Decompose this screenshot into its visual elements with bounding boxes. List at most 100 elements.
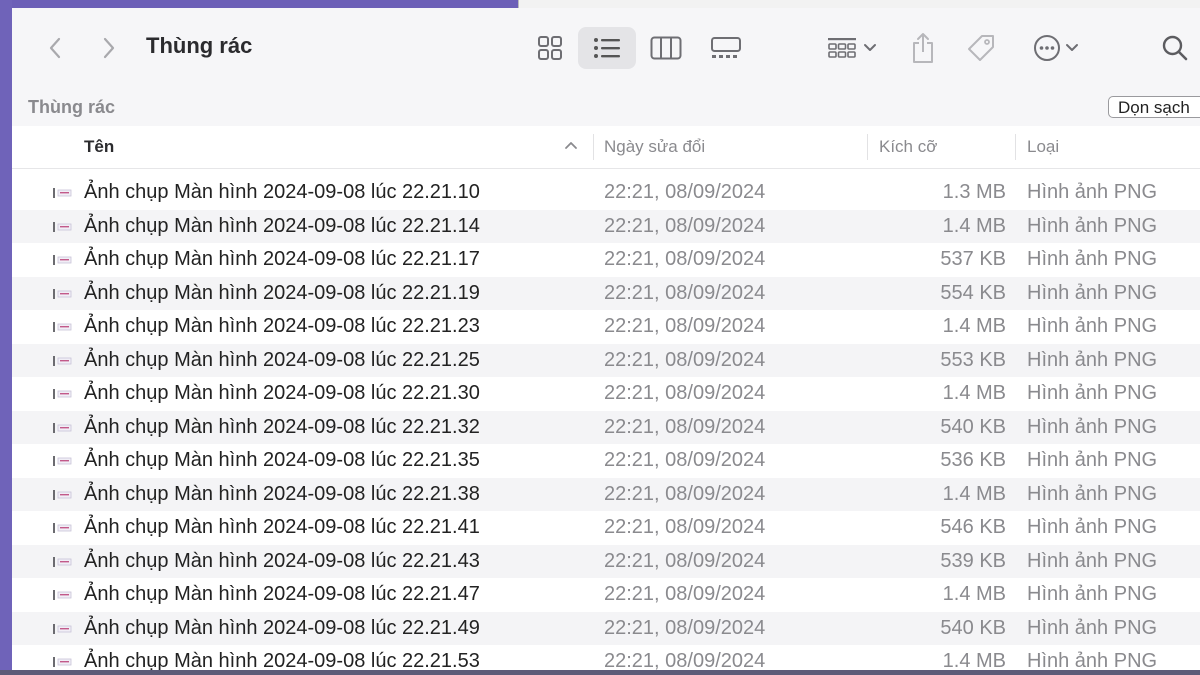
file-kind: Hình ảnh PNG — [1027, 616, 1158, 639]
sort-ascending-icon — [565, 142, 577, 149]
file-size: 539 KB — [940, 549, 1006, 572]
file-size: 553 KB — [940, 348, 1006, 371]
file-date: 22:21, 08/09/2024 — [604, 449, 766, 471]
list-view-button[interactable] — [578, 27, 636, 69]
file-name: Ảnh chụp Màn hình 2024-09-08 lúc 22.21.5… — [84, 650, 480, 670]
file-date: 22:21, 08/09/2024 — [604, 616, 766, 639]
forward-button[interactable] — [94, 30, 124, 66]
file-size: 1.4 MB — [942, 583, 1006, 605]
file-row[interactable]: Ảnh chụp Màn hình 2024-09-08 lúc 22.21.3… — [12, 477, 1200, 511]
column-separator[interactable] — [1015, 134, 1016, 160]
file-kind: Hình ảnh PNG — [1027, 583, 1158, 605]
column-view-button[interactable] — [648, 30, 684, 66]
path-bar: Thùng rác Dọn sạch — [12, 88, 1200, 127]
file-row[interactable]: Ảnh chụp Màn hình 2024-09-08 lúc 22.21.1… — [12, 276, 1200, 310]
chevron-down-icon — [864, 44, 876, 51]
column-header-name[interactable]: Tên — [84, 137, 114, 157]
column-header-size[interactable]: Kích cỡ — [879, 137, 937, 157]
file-size: 1.3 MB — [942, 181, 1006, 203]
file-size: 1.4 MB — [942, 650, 1006, 670]
file-name: Ảnh chụp Màn hình 2024-09-08 lúc 22.21.4… — [84, 516, 480, 538]
file-name: Ảnh chụp Màn hình 2024-09-08 lúc 22.21.1… — [84, 281, 480, 304]
png-file-icon — [53, 288, 72, 299]
file-row[interactable]: Ảnh chụp Màn hình 2024-09-08 lúc 22.21.1… — [12, 243, 1200, 277]
png-file-icon — [53, 556, 72, 567]
column-separator[interactable] — [867, 134, 868, 160]
file-row[interactable]: Ảnh chụp Màn hình 2024-09-08 lúc 22.21.4… — [12, 544, 1200, 578]
file-row[interactable]: Ảnh chụp Màn hình 2024-09-08 lúc 22.21.3… — [12, 410, 1200, 444]
file-row[interactable]: Ảnh chụp Màn hình 2024-09-08 lúc 22.21.1… — [12, 209, 1200, 243]
file-row[interactable]: Ảnh chụp Màn hình 2024-09-08 lúc 22.21.4… — [12, 611, 1200, 645]
png-file-icon — [53, 389, 72, 399]
group-by-icon — [828, 38, 856, 58]
file-size: 540 KB — [940, 616, 1006, 639]
file-row[interactable]: Ảnh chụp Màn hình 2024-09-08 lúc 22.21.4… — [12, 511, 1200, 545]
tag-button[interactable] — [962, 30, 1000, 66]
file-kind: Hình ảnh PNG — [1027, 415, 1158, 438]
window-title: Thùng rác — [146, 33, 253, 58]
file-row[interactable]: Ảnh chụp Màn hình 2024-09-08 lúc 22.21.4… — [12, 578, 1200, 612]
file-size: 540 KB — [940, 415, 1006, 438]
png-file-icon — [53, 590, 72, 600]
desktop-background-bottom — [0, 670, 1200, 675]
file-kind: Hình ảnh PNG — [1027, 382, 1158, 404]
file-kind: Hình ảnh PNG — [1027, 281, 1158, 304]
column-view-icon — [650, 36, 682, 60]
file-name: Ảnh chụp Màn hình 2024-09-08 lúc 22.21.4… — [84, 583, 480, 605]
list-view-icon — [594, 38, 620, 58]
file-size: 1.4 MB — [942, 382, 1006, 404]
column-header-kind[interactable]: Loại — [1027, 137, 1059, 157]
file-row[interactable]: Ảnh chụp Màn hình 2024-09-08 lúc 22.21.2… — [12, 310, 1200, 344]
file-size: 546 KB — [940, 516, 1006, 538]
file-list: Ảnh chụp Màn hình 2024-09-08 lúc 22.21.1… — [12, 176, 1200, 670]
search-icon — [1162, 35, 1188, 61]
file-date: 22:21, 08/09/2024 — [604, 214, 766, 237]
file-row[interactable]: Ảnh chụp Màn hình 2024-09-08 lúc 22.21.3… — [12, 444, 1200, 478]
column-header-date[interactable]: Ngày sửa đổi — [604, 137, 705, 157]
back-button[interactable] — [40, 30, 70, 66]
file-name: Ảnh chụp Màn hình 2024-09-08 lúc 22.21.1… — [84, 181, 480, 203]
share-button[interactable] — [906, 28, 940, 68]
file-kind: Hình ảnh PNG — [1027, 181, 1158, 203]
png-file-icon — [53, 456, 72, 466]
chevron-right-icon — [103, 37, 115, 59]
gallery-view-button[interactable] — [706, 30, 746, 66]
file-date: 22:21, 08/09/2024 — [604, 516, 766, 538]
column-header: Tên Ngày sửa đổi Kích cỡ Loại — [12, 126, 1200, 169]
search-button[interactable] — [1158, 30, 1192, 66]
file-row[interactable]: Ảnh chụp Màn hình 2024-09-08 lúc 22.21.5… — [12, 645, 1200, 670]
png-file-icon — [53, 657, 72, 667]
file-row[interactable]: Ảnh chụp Màn hình 2024-09-08 lúc 22.21.2… — [12, 343, 1200, 377]
group-by-button[interactable] — [822, 30, 882, 66]
file-size: 1.4 MB — [942, 315, 1006, 337]
png-file-icon — [53, 188, 72, 198]
png-file-icon — [53, 355, 72, 366]
file-kind: Hình ảnh PNG — [1027, 449, 1158, 471]
file-kind: Hình ảnh PNG — [1027, 482, 1158, 505]
empty-trash-button[interactable]: Dọn sạch — [1108, 96, 1200, 118]
file-date: 22:21, 08/09/2024 — [604, 348, 766, 371]
chevron-down-icon — [1066, 44, 1078, 51]
file-name: Ảnh chụp Màn hình 2024-09-08 lúc 22.21.3… — [84, 482, 480, 505]
file-name: Ảnh chụp Màn hình 2024-09-08 lúc 22.21.3… — [84, 382, 480, 404]
file-date: 22:21, 08/09/2024 — [604, 248, 766, 270]
file-name: Ảnh chụp Màn hình 2024-09-08 lúc 22.21.2… — [84, 315, 480, 337]
file-date: 22:21, 08/09/2024 — [604, 382, 766, 404]
file-kind: Hình ảnh PNG — [1027, 549, 1158, 572]
file-kind: Hình ảnh PNG — [1027, 516, 1158, 538]
more-actions-icon — [1034, 35, 1060, 61]
file-date: 22:21, 08/09/2024 — [604, 482, 766, 505]
png-file-icon — [53, 221, 72, 232]
file-date: 22:21, 08/09/2024 — [604, 281, 766, 304]
file-size: 537 KB — [940, 248, 1006, 270]
icon-view-button[interactable] — [532, 30, 568, 66]
column-separator[interactable] — [593, 134, 594, 160]
png-file-icon — [53, 489, 72, 500]
png-file-icon — [53, 255, 72, 265]
more-actions-button[interactable] — [1026, 30, 1086, 66]
gallery-view-icon — [711, 37, 741, 58]
file-date: 22:21, 08/09/2024 — [604, 315, 766, 337]
png-file-icon — [53, 623, 72, 634]
file-row[interactable]: Ảnh chụp Màn hình 2024-09-08 lúc 22.21.1… — [12, 176, 1200, 210]
file-row[interactable]: Ảnh chụp Màn hình 2024-09-08 lúc 22.21.3… — [12, 377, 1200, 411]
